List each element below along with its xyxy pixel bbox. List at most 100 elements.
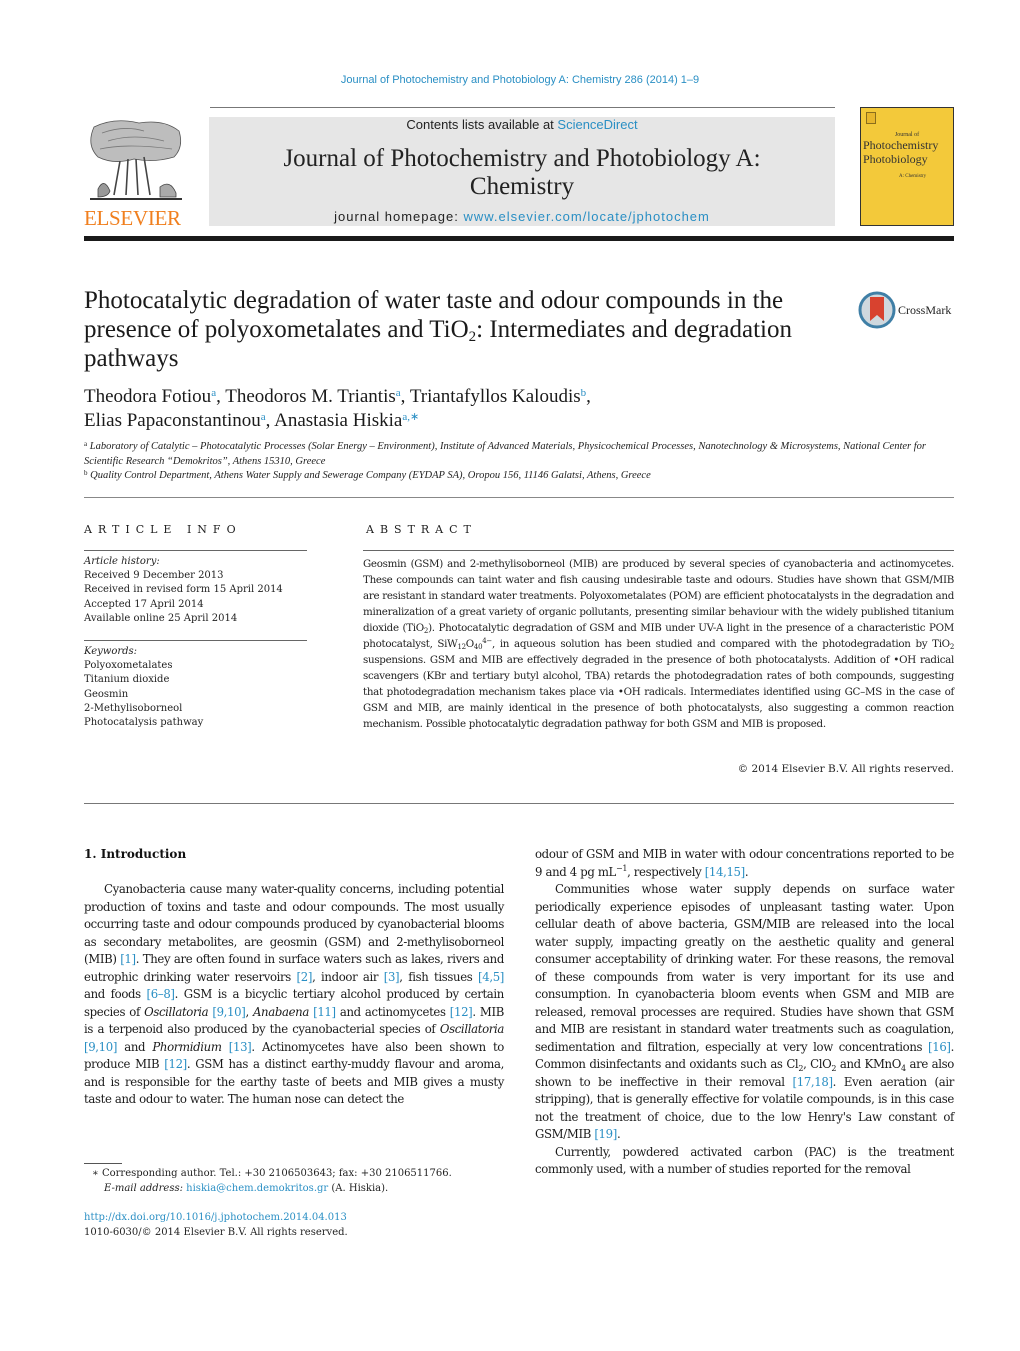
subscript: 2 <box>949 643 954 651</box>
body-text: . <box>616 1127 621 1141</box>
affiliations: a Laboratory of Catalytic – Photocatalyt… <box>84 440 954 484</box>
body-text: , indoor air <box>312 969 384 984</box>
species-name: Anabaena <box>252 1004 309 1019</box>
abstract-text: O <box>465 638 474 650</box>
corresponding-author-line: ∗ Corresponding author. Tel.: +30 210650… <box>92 1167 512 1182</box>
elsevier-wordmark: ELSEVIER <box>84 206 181 230</box>
journal-citation-link[interactable]: Journal of Photochemistry and Photobiolo… <box>0 74 1020 86</box>
homepage-link[interactable]: www.elsevier.com/locate/jphotochem <box>463 209 709 224</box>
reference-link[interactable]: [16] <box>928 1040 951 1054</box>
reference-link[interactable]: [1] <box>120 952 136 966</box>
abstract-divider <box>363 550 954 551</box>
affiliation-a: a Laboratory of Catalytic – Photocatalyt… <box>84 440 954 469</box>
body-text: , fish tissues <box>399 969 479 984</box>
author-list: Theodora Fotioua, Theodoros M. Triantisa… <box>84 385 824 433</box>
doi-link[interactable]: http://dx.doi.org/10.1016/j.jphotochem.2… <box>84 1211 504 1226</box>
body-text: Currently, powdered activated carbon (PA… <box>535 1144 954 1177</box>
cover-title-line1: Photochemistry <box>863 138 939 152</box>
body-text: and <box>117 1039 153 1054</box>
affiliation-mark: b <box>84 469 88 477</box>
reference-link[interactable]: [3] <box>384 970 400 984</box>
author[interactable]: Triantafyllos Kaloudis <box>410 386 581 407</box>
author-separator: , <box>400 386 410 407</box>
author-separator: , <box>265 410 275 431</box>
body-text: and foods <box>84 987 147 1001</box>
article-info-heading: ARTICLE INFO <box>84 523 242 536</box>
reference-link[interactable]: [2] <box>297 970 313 984</box>
species-name: Oscillatoria <box>144 1004 209 1019</box>
body-text: , <box>245 1004 253 1019</box>
history-item: Available online 25 April 2014 <box>84 612 238 624</box>
crossmark-icon <box>858 291 896 329</box>
body-column-right: odour of GSM and MIB in water with odour… <box>535 846 954 1179</box>
author-separator: , <box>586 386 591 407</box>
corresponding-author-footnote: ∗ Corresponding author. Tel.: +30 210650… <box>92 1167 512 1196</box>
journal-title-line2: Chemistry <box>469 173 575 200</box>
abstract-heading: ABSTRACT <box>366 523 477 536</box>
history-item: Received in revised form 15 April 2014 <box>84 584 283 596</box>
reference-link[interactable]: [13] <box>229 1040 252 1054</box>
footnote-text: Corresponding author. Tel.: +30 21065036… <box>98 1168 452 1179</box>
issn-copyright: 1010-6030/© 2014 Elsevier B.V. All right… <box>84 1226 348 1238</box>
subscript: 40 <box>473 643 483 651</box>
reference-link[interactable]: [4,5] <box>478 970 504 984</box>
keywords: Keywords: Polyoxometalates Titanium diox… <box>84 645 314 730</box>
journal-masthead: Contents lists available at ScienceDirec… <box>209 117 835 226</box>
article-title: Photocatalytic degradation of water tast… <box>84 286 824 373</box>
footnote-rule <box>84 1163 122 1164</box>
homepage-label: journal homepage: <box>334 209 464 224</box>
body-text: Communities whose water supply depends o… <box>535 882 954 1054</box>
reference-link[interactable]: [17,18] <box>793 1075 833 1089</box>
email-link[interactable]: hiskia@chem.demokritos.gr <box>186 1183 328 1194</box>
email-label: E-mail address: <box>104 1182 187 1194</box>
body-column-left: Cyanobacteria cause many water-quality c… <box>84 881 504 1109</box>
crossmark-label: CrossMark <box>898 303 952 317</box>
superscript: −1 <box>615 863 628 873</box>
reference-link[interactable]: [11] <box>313 1005 336 1019</box>
section-divider <box>84 497 954 498</box>
cover-title-line2: Photobiology <box>863 152 928 166</box>
history-label: Article history: <box>84 556 160 567</box>
journal-title: Journal of Photochemistry and Photobiolo… <box>209 145 835 201</box>
keyword-item: Polyoxometalates <box>84 660 173 672</box>
superscript: 4− <box>482 637 492 645</box>
reference-link[interactable]: [19] <box>594 1127 617 1141</box>
subscript: 12 <box>457 643 466 651</box>
header-thick-rule <box>84 236 954 241</box>
email-line: E-mail address: hiskia@chem.demokritos.g… <box>92 1182 512 1197</box>
history-item: Received 9 December 2013 <box>84 570 224 582</box>
abstract-text: , in aqueous solution has been studied a… <box>491 638 950 650</box>
reference-link[interactable]: [14,15] <box>705 865 745 879</box>
species-name: Phormidium <box>152 1039 222 1054</box>
journal-cover-image[interactable]: Journal of Photochemistry Photobiology A… <box>860 107 954 226</box>
journal-title-line1: Journal of Photochemistry and Photobiolo… <box>283 145 761 172</box>
keyword-item: Titanium dioxide <box>84 674 170 686</box>
reference-link[interactable]: [12] <box>164 1057 187 1071</box>
author[interactable]: Elias Papaconstantinou <box>84 410 261 431</box>
author-affiliation-mark[interactable]: a,∗ <box>402 411 419 423</box>
paragraph: odour of GSM and MIB in water with odour… <box>535 846 954 881</box>
cover-stamp-icon <box>866 112 876 124</box>
keyword-item: 2-Methylisoborneol <box>84 702 183 714</box>
abstract-body: Geosmin (GSM) and 2-methylisoborneol (MI… <box>363 556 954 732</box>
affiliation-b: b Quality Control Department, Athens Wat… <box>84 469 954 484</box>
affiliation-text: Laboratory of Catalytic – Photocatalytic… <box>84 441 926 467</box>
sciencedirect-link[interactable]: ScienceDirect <box>557 117 637 132</box>
contents-availability: Contents lists available at ScienceDirec… <box>209 117 835 132</box>
cover-subtitle: A: Chemistry <box>899 174 927 179</box>
body-text: , respectively <box>627 864 705 879</box>
author[interactable]: Anastasia Hiskia <box>274 410 402 431</box>
article-info-divider <box>84 550 307 551</box>
reference-link[interactable]: [9,10] <box>212 1005 245 1019</box>
reference-link[interactable]: [12] <box>450 1005 473 1019</box>
affiliation-mark: a <box>84 440 88 448</box>
history-item: Accepted 17 April 2014 <box>84 598 204 610</box>
journal-homepage: journal homepage: www.elsevier.com/locat… <box>209 209 835 224</box>
author[interactable]: Theodoros M. Triantis <box>225 386 396 407</box>
reference-link[interactable]: [9,10] <box>84 1040 117 1054</box>
author[interactable]: Theodora Fotiou <box>84 386 211 407</box>
introduction-heading: 1. Introduction <box>84 847 187 861</box>
crossmark-button[interactable]: CrossMark <box>858 291 958 329</box>
reference-link[interactable]: [6–8] <box>147 987 175 1001</box>
paragraph: Communities whose water supply depends o… <box>535 881 954 1144</box>
